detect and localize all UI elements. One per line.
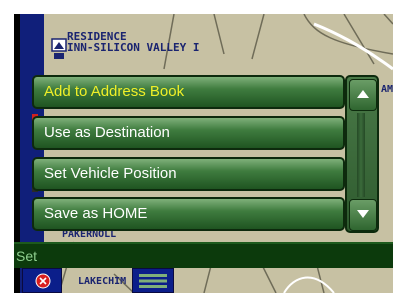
up-arrow-icon	[357, 90, 369, 98]
cancel-button[interactable]	[22, 268, 62, 293]
poi-name-label: RESIDENCE INN-SILICON VALLEY I	[67, 31, 199, 53]
scroll-down-button[interactable]	[349, 199, 377, 231]
menu-item-label: Set Vehicle Position	[44, 165, 177, 182]
menu-item-use-as-destination[interactable]: Use as Destination	[32, 116, 345, 150]
list-button[interactable]	[132, 268, 174, 293]
command-input-value: Set	[16, 248, 38, 264]
scroll-up-button[interactable]	[349, 79, 377, 111]
bottom-toolbar: LAKECHIM	[14, 268, 393, 293]
menu-item-label: Use as Destination	[44, 124, 170, 141]
poi-name-line-2: INN-SILICON VALLEY I	[67, 41, 200, 54]
street-label-lakechim: LAKECHIM	[78, 276, 127, 287]
menu-item-set-vehicle-position[interactable]: Set Vehicle Position	[32, 157, 345, 191]
map-edge-letters: AM	[381, 84, 393, 95]
menu-item-label: Save as HOME	[44, 205, 148, 222]
cancel-circle-x-icon	[35, 273, 51, 289]
scroll-track[interactable]	[357, 113, 365, 197]
device-frame: RESIDENCE INN-SILICON VALLEY I PAKERNOLL…	[0, 0, 407, 307]
menu-item-save-as-home[interactable]: Save as HOME	[32, 197, 345, 231]
context-menu: Add to Address Book Use as Destination S…	[32, 75, 351, 236]
down-arrow-icon	[357, 210, 369, 218]
menu-item-label: Add to Address Book	[44, 83, 185, 100]
menu-item-add-to-address-book[interactable]: Add to Address Book	[32, 75, 345, 109]
list-icon	[139, 274, 167, 288]
command-input-bar[interactable]: Set	[14, 242, 393, 268]
navigation-screen: RESIDENCE INN-SILICON VALLEY I PAKERNOLL…	[14, 14, 393, 293]
hotel-poi-icon[interactable]	[50, 37, 68, 61]
menu-scrollbar[interactable]	[345, 75, 379, 233]
